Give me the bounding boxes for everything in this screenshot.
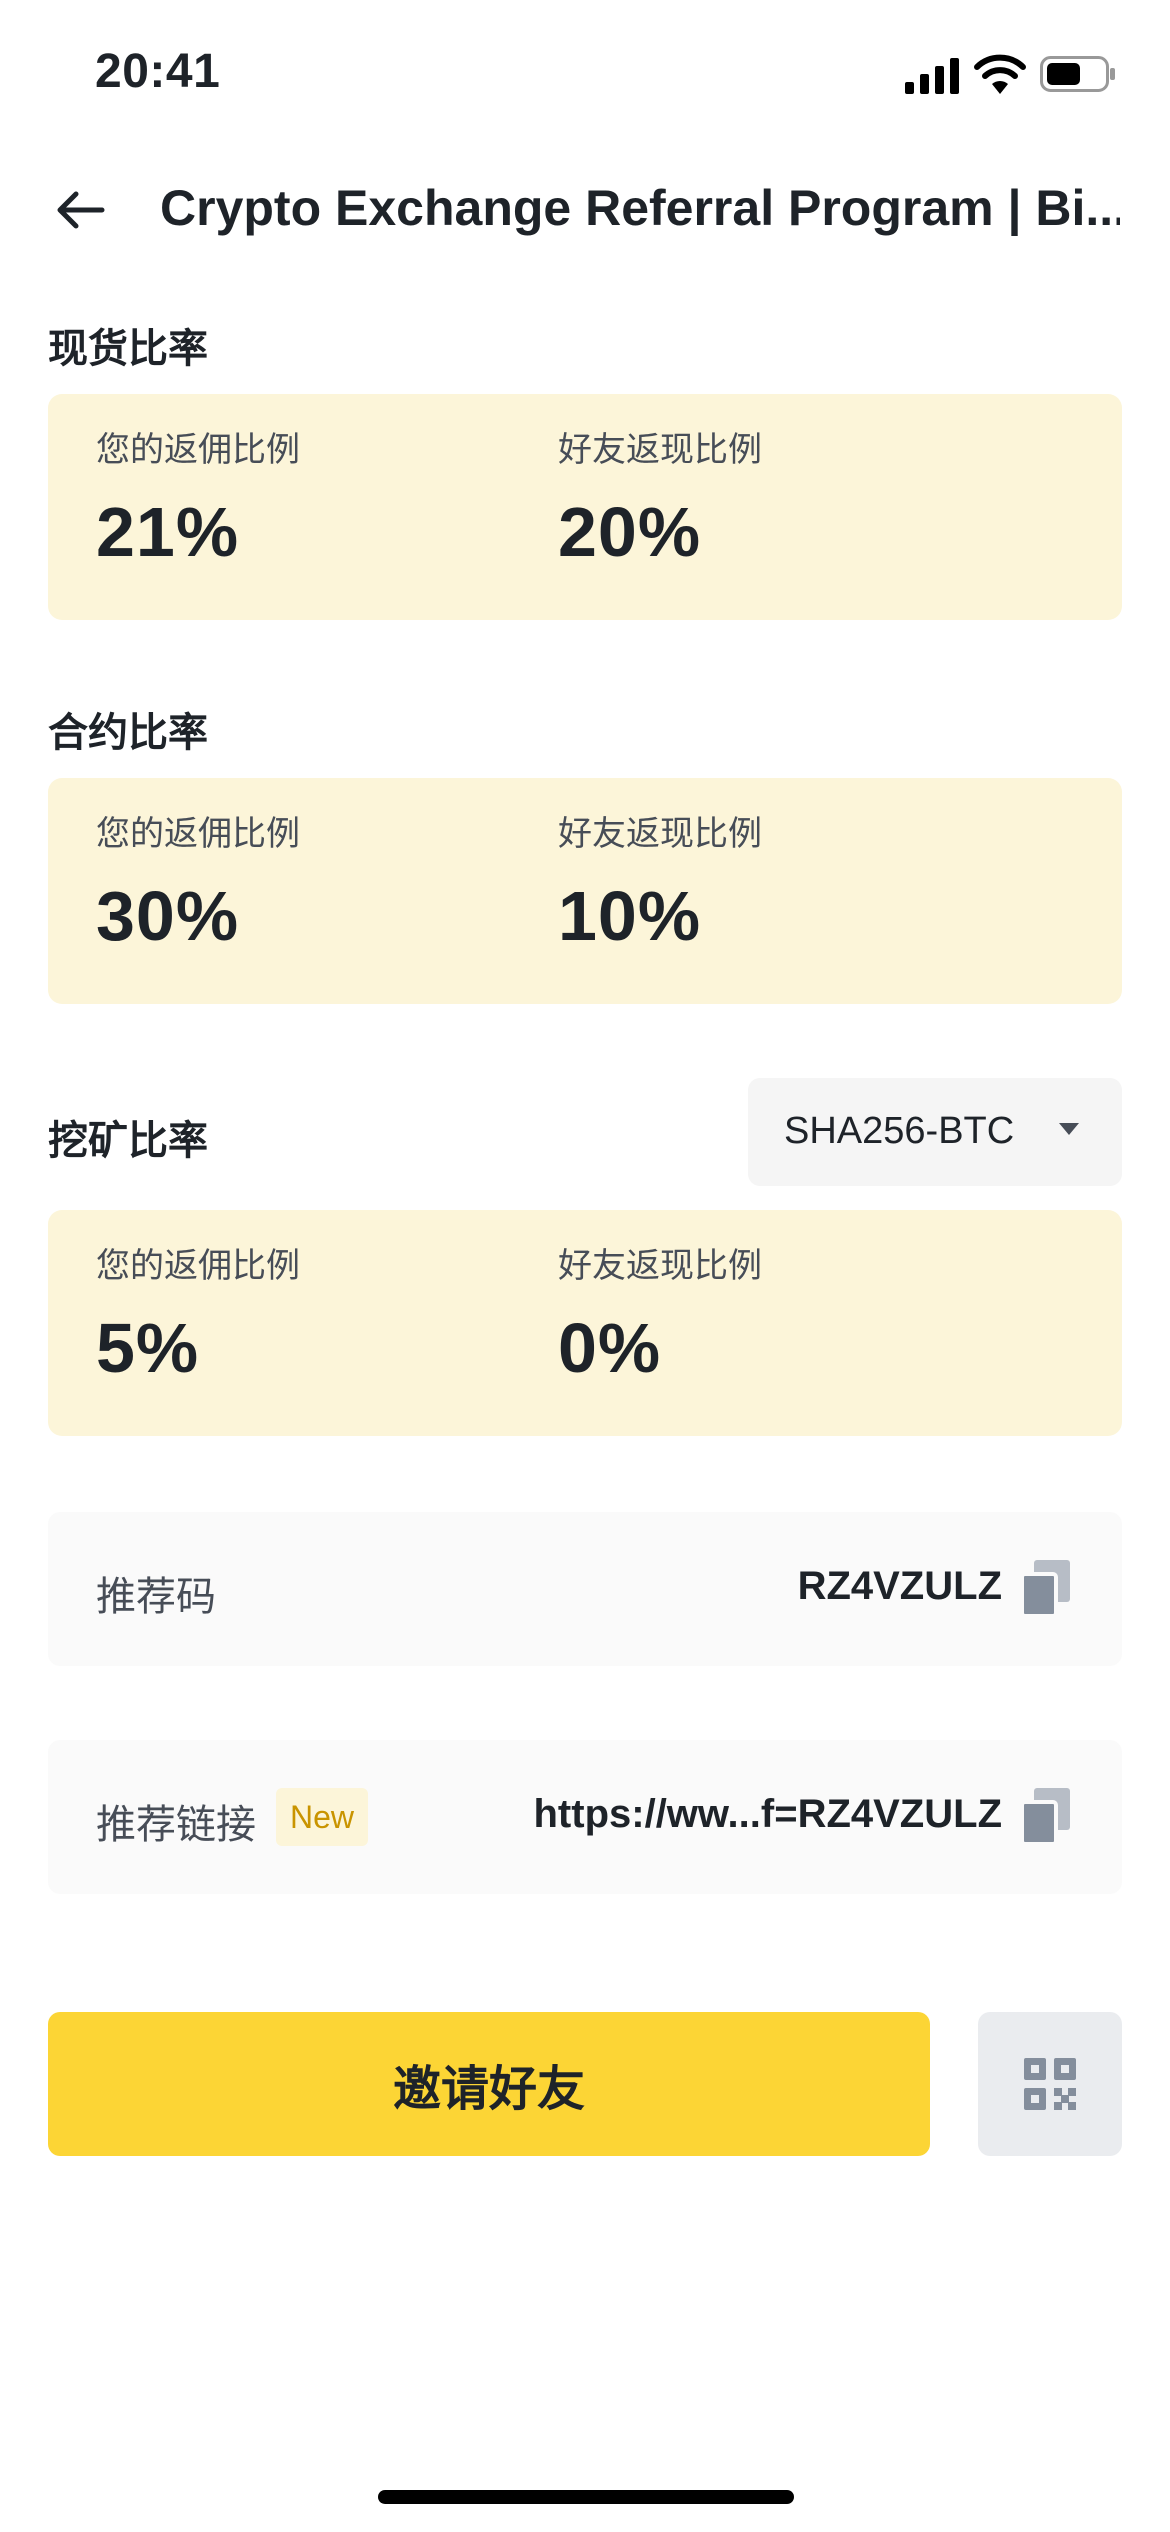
new-badge: New <box>276 1788 369 1846</box>
mining-algorithm-select[interactable]: SHA256-BTC <box>748 1078 1122 1186</box>
mining-algorithm-value: SHA256-BTC <box>784 1110 1015 1152</box>
spot-section-title: 现货比率 <box>48 327 208 371</box>
copy-referral-link-icon[interactable] <box>1020 1788 1072 1846</box>
futures-your-rate: 您的返佣比例 30% <box>96 812 300 954</box>
futures-your-rate-value: 30% <box>96 877 240 955</box>
referral-code-row: 推荐码 RZ4VZULZ <box>48 1512 1122 1666</box>
copy-referral-code-icon[interactable] <box>1020 1560 1072 1618</box>
page-title: Crypto Exchange Referral Program | Bi... <box>160 180 1120 236</box>
battery-icon <box>1040 56 1115 92</box>
mining-your-rate-value: 5% <box>96 1309 200 1387</box>
status-bar: 20:41 <box>0 0 1170 150</box>
referral-link-row: 推荐链接 New https://ww...f=RZ4VZULZ <box>48 1740 1122 1894</box>
referral-code-label: 推荐码 <box>96 1575 216 1619</box>
futures-friend-rate-label: 好友返现比例 <box>558 815 762 853</box>
caret-down-icon <box>1059 1123 1079 1135</box>
qr-code-icon <box>1024 2058 1076 2110</box>
qr-code-button[interactable] <box>978 2012 1122 2156</box>
spot-rate-card: 您的返佣比例 21% 好友返现比例 20% <box>48 394 1122 620</box>
spot-your-rate-value: 21% <box>96 493 240 571</box>
cellular-signal-icon <box>905 58 959 94</box>
home-indicator <box>378 2490 794 2504</box>
futures-friend-rate: 好友返现比例 10% <box>558 812 762 954</box>
spot-your-rate-label: 您的返佣比例 <box>96 431 300 469</box>
spot-your-rate: 您的返佣比例 21% <box>96 428 300 570</box>
mining-section-title: 挖矿比率 <box>48 1119 208 1163</box>
futures-section-title: 合约比率 <box>48 711 208 755</box>
mining-your-rate-label: 您的返佣比例 <box>96 1247 300 1285</box>
navigation-bar: Crypto Exchange Referral Program | Bi... <box>0 150 1170 270</box>
mining-friend-rate-value: 0% <box>558 1309 662 1387</box>
back-button[interactable] <box>40 180 120 240</box>
invite-friends-button[interactable]: 邀请好友 <box>48 2012 930 2156</box>
mining-rate-card: 您的返佣比例 5% 好友返现比例 0% <box>48 1210 1122 1436</box>
futures-rate-card: 您的返佣比例 30% 好友返现比例 10% <box>48 778 1122 1004</box>
spot-friend-rate-label: 好友返现比例 <box>558 431 762 469</box>
mining-your-rate: 您的返佣比例 5% <box>96 1244 300 1386</box>
spot-friend-rate: 好友返现比例 20% <box>558 428 762 570</box>
futures-friend-rate-value: 10% <box>558 877 702 955</box>
futures-your-rate-label: 您的返佣比例 <box>96 815 300 853</box>
wifi-icon <box>974 54 1026 94</box>
referral-code-value: RZ4VZULZ <box>797 1564 1002 1608</box>
referral-link-value: https://ww...f=RZ4VZULZ <box>533 1792 1003 1836</box>
mining-friend-rate: 好友返现比例 0% <box>558 1244 762 1386</box>
status-time: 20:41 <box>95 45 221 98</box>
referral-link-label: 推荐链接 <box>96 1803 256 1847</box>
mining-friend-rate-label: 好友返现比例 <box>558 1247 762 1285</box>
back-arrow-icon <box>57 191 105 229</box>
spot-friend-rate-value: 20% <box>558 493 702 571</box>
